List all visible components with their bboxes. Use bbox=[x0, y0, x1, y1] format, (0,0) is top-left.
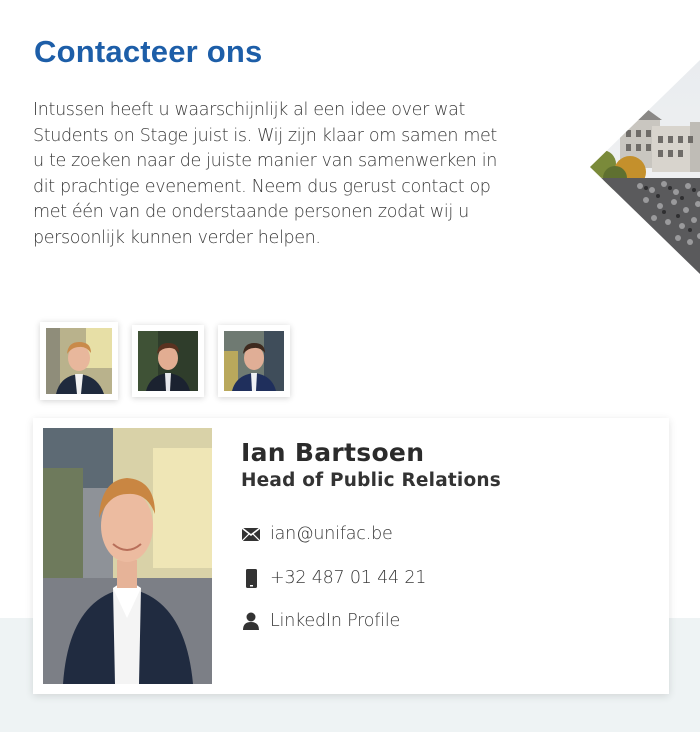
phone-icon bbox=[241, 568, 261, 588]
team-thumbnail-2[interactable] bbox=[132, 325, 204, 397]
contact-email-row: ian@unifac.be bbox=[241, 524, 393, 544]
envelope-icon bbox=[241, 524, 261, 544]
contact-name: Ian Bartsoen bbox=[241, 438, 425, 467]
contact-role: Head of Public Relations bbox=[241, 470, 501, 491]
contact-email-link[interactable]: ian@unifac.be bbox=[270, 524, 393, 544]
linkedin-profile-link[interactable]: LinkedIn Profile bbox=[270, 611, 400, 631]
contact-phone-row: +32 487 01 44 21 bbox=[241, 568, 426, 588]
contact-card: Ian Bartsoen Head of Public Relations ia… bbox=[33, 418, 669, 694]
event-crowd-image bbox=[590, 60, 700, 274]
team-thumbnail-list bbox=[40, 322, 290, 400]
team-thumbnail-ian[interactable] bbox=[40, 322, 118, 400]
intro-paragraph: Intussen heeft u waarschijnlijk al een i… bbox=[33, 100, 497, 248]
contact-linkedin-row: LinkedIn Profile bbox=[241, 611, 400, 631]
contact-phone-link[interactable]: +32 487 01 44 21 bbox=[270, 568, 426, 588]
team-thumbnail-3[interactable] bbox=[218, 325, 290, 397]
person-icon bbox=[241, 611, 261, 631]
page-title: Contacteer ons bbox=[34, 34, 263, 69]
contact-photo bbox=[43, 428, 212, 684]
